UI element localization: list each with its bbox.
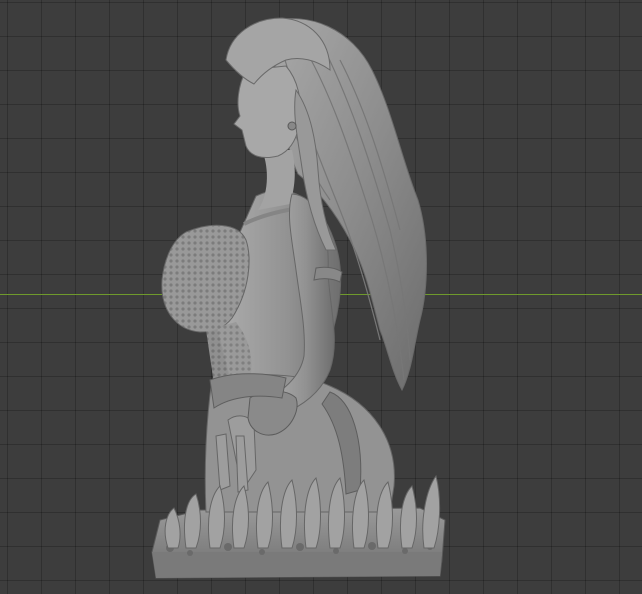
earring <box>287 121 297 131</box>
sculpt-model[interactable] <box>0 0 642 594</box>
neck <box>258 150 295 210</box>
face <box>233 65 301 159</box>
3d-viewport[interactable] <box>0 0 642 594</box>
